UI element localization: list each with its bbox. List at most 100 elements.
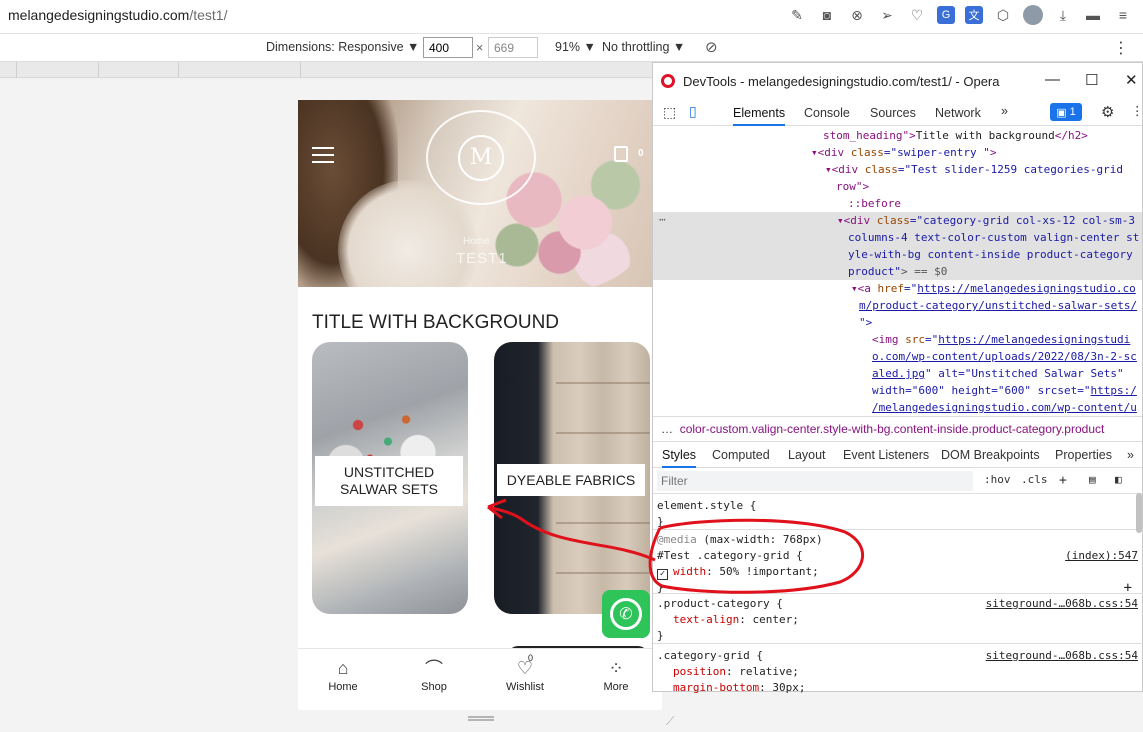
dom-line-selected[interactable]: columns-4 text-color-custom valign-cente… xyxy=(848,230,1139,247)
tab-layout[interactable]: Layout xyxy=(788,448,826,462)
translate-icon[interactable]: G xyxy=(937,6,955,24)
category-card-dyeable[interactable]: DYEABLE FABRICS xyxy=(494,342,650,614)
new-rule-icon[interactable]: + xyxy=(1059,473,1067,488)
avatar[interactable] xyxy=(1023,5,1043,25)
property-value[interactable]: : center; xyxy=(739,613,799,626)
paint-icon[interactable]: ▤ xyxy=(1089,473,1096,486)
block-icon[interactable]: ⊗ xyxy=(847,5,867,25)
tab-network[interactable]: Network xyxy=(935,106,981,120)
cart-bag-icon[interactable] xyxy=(614,146,628,162)
dom-line[interactable]: stom_heading">Title with background</h2> xyxy=(823,128,1088,145)
translate-extension-icon[interactable]: 文 xyxy=(965,6,983,24)
rule-source-link[interactable]: (index):547 xyxy=(1065,548,1138,564)
tab-dom-breakpoints[interactable]: DOM Breakpoints xyxy=(941,448,1040,462)
tab-properties[interactable]: Properties xyxy=(1055,448,1112,462)
more-options-icon[interactable]: ⋮ xyxy=(1113,38,1129,58)
nav-more[interactable]: ⁘ More xyxy=(581,655,651,694)
nav-wishlist[interactable]: ♡ 0 Wishlist xyxy=(490,653,560,693)
url-field[interactable]: melangedesigningstudio.com/test1/ xyxy=(8,7,227,23)
class-toggle[interactable]: .cls xyxy=(1021,473,1048,486)
dom-line[interactable]: width="600" height="600" srcset="https:/ xyxy=(872,383,1137,400)
category-label[interactable]: DYEABLE FABRICS xyxy=(497,464,645,496)
dom-line[interactable]: aled.jpg" alt="Unstitched Salwar Sets" xyxy=(872,366,1124,383)
hover-state-toggle[interactable]: :hov xyxy=(984,473,1011,486)
dom-line[interactable]: ▾<div class="Test slider-1259 categories… xyxy=(825,162,1123,179)
dom-line[interactable]: o.com/wp-content/uploads/2022/08/3n-2-sc xyxy=(872,349,1137,366)
styles-scrollbar[interactable] xyxy=(1136,493,1142,533)
dom-line-selected[interactable]: product"> == $0 xyxy=(848,264,947,281)
messages-badge[interactable]: ▣ 1 xyxy=(1050,103,1082,121)
property-name[interactable]: position xyxy=(673,665,726,678)
property-name[interactable]: text-align xyxy=(673,613,739,626)
tab-console[interactable]: Console xyxy=(804,106,850,120)
tab-event-listeners[interactable]: Event Listeners xyxy=(843,448,929,462)
property-value[interactable]: : relative; xyxy=(726,665,799,678)
inspect-element-icon[interactable]: ⬚ xyxy=(663,104,676,121)
more-subtabs-icon[interactable]: » xyxy=(1127,448,1134,462)
nav-shop[interactable]: ⌒ Shop xyxy=(399,655,469,693)
dom-line[interactable]: m/product-category/unstitched-salwar-set… xyxy=(859,298,1137,315)
dom-line[interactable]: ▾<div class="swiper-entry "> xyxy=(811,145,996,162)
media-query-ruler[interactable] xyxy=(0,62,652,78)
rule-source-link[interactable]: siteground-…068b.css:54 xyxy=(986,648,1138,664)
property-value[interactable]: : 30px; xyxy=(759,681,805,694)
zoom-dropdown[interactable]: 91% ▼ xyxy=(555,40,596,54)
rule-product-category[interactable]: .product-category {siteground-…068b.css:… xyxy=(653,596,1143,644)
dom-breadcrumb[interactable]: … color-custom.valign-center.style-with-… xyxy=(653,416,1142,442)
throttling-dropdown[interactable]: No throttling ▼ xyxy=(602,40,685,54)
dom-line-selected[interactable]: yle-with-bg content-inside product-categ… xyxy=(848,247,1133,264)
devtools-menu-icon[interactable]: ⋮ xyxy=(1131,103,1143,118)
dom-line[interactable]: row"> xyxy=(836,179,869,196)
close-icon[interactable]: ✕ xyxy=(1125,71,1138,89)
device-toggle-icon[interactable]: ▯ xyxy=(689,103,697,120)
menu-icon[interactable]: ≡ xyxy=(1113,5,1133,25)
rotate-icon[interactable]: ⊘ xyxy=(705,38,718,56)
rule-test-category-grid[interactable]: @media (max-width: 768px) #Test .categor… xyxy=(653,532,1143,596)
dom-line[interactable]: ▾<a href="https://melangedesigningstudio… xyxy=(851,281,1136,298)
heart-icon[interactable]: ♡ xyxy=(907,5,927,25)
edit-icon[interactable]: ✎ xyxy=(787,5,807,25)
dom-line[interactable]: /melangedesigningstudio.com/wp-content/u xyxy=(872,400,1137,416)
styles-filter-input[interactable] xyxy=(657,471,973,491)
property-name[interactable]: margin-bottom xyxy=(673,681,759,694)
property-name[interactable]: width xyxy=(673,565,706,578)
maximize-icon[interactable]: ☐ xyxy=(1085,71,1098,89)
rule-source-link[interactable]: siteground-…068b.css:54 xyxy=(986,596,1138,612)
width-input[interactable] xyxy=(423,37,473,58)
more-tabs-icon[interactable]: » xyxy=(1001,104,1008,118)
tab-computed[interactable]: Computed xyxy=(712,448,770,462)
hero-breadcrumb[interactable]: Home xyxy=(463,236,490,247)
category-label[interactable]: UNSTITCHED SALWAR SETS xyxy=(315,456,463,506)
breadcrumb-node[interactable]: color-custom.valign-center.style-with-bg… xyxy=(680,422,1105,436)
sidebar-toggle-icon[interactable]: ◧ xyxy=(1115,473,1122,486)
dom-line[interactable]: <img src="https://melangedesigningstudi xyxy=(872,332,1130,349)
battery-icon[interactable]: ▬ xyxy=(1083,5,1103,25)
dom-line[interactable]: "> xyxy=(859,315,872,332)
dom-line[interactable]: ::before xyxy=(848,196,901,213)
breadcrumb-ellipsis[interactable]: … xyxy=(661,422,676,436)
viewport-resize-handle[interactable] xyxy=(468,716,494,721)
tab-sources[interactable]: Sources xyxy=(870,106,916,120)
corner-resize-handle[interactable]: ⟋ xyxy=(666,714,674,729)
property-value[interactable]: : 50% !important; xyxy=(706,565,819,578)
cube-icon[interactable]: ⬡ xyxy=(993,5,1013,25)
dom-line-selected[interactable]: ▾<div class="category-grid col-xs-12 col… xyxy=(837,213,1135,230)
add-property-icon[interactable]: + xyxy=(1124,580,1132,596)
rule-element-style[interactable]: element.style { } xyxy=(653,498,1143,530)
camera-icon[interactable]: ◙ xyxy=(817,5,837,25)
send-icon[interactable]: ➢ xyxy=(877,5,897,25)
dom-tree[interactable]: ⋯ stom_heading">Title with background</h… xyxy=(653,126,1142,416)
node-menu-icon[interactable]: ⋯ xyxy=(659,212,666,229)
download-icon[interactable]: ⤓ xyxy=(1053,5,1073,25)
nav-home[interactable]: ⌂ Home xyxy=(308,655,378,694)
property-checkbox[interactable]: ✓ xyxy=(657,569,668,580)
dimensions-dropdown[interactable]: Dimensions: Responsive ▼ xyxy=(266,40,419,54)
minimize-icon[interactable]: — xyxy=(1045,71,1060,88)
rule-category-grid[interactable]: .category-grid {siteground-…068b.css:54 … xyxy=(653,648,1143,696)
height-input[interactable] xyxy=(488,37,538,58)
site-logo[interactable]: M xyxy=(426,110,536,205)
hamburger-menu-icon[interactable] xyxy=(312,147,334,168)
category-card-unstitched[interactable]: UNSTITCHED SALWAR SETS xyxy=(312,342,468,614)
tab-styles[interactable]: Styles xyxy=(662,448,697,468)
settings-gear-icon[interactable]: ⚙ xyxy=(1101,103,1114,121)
